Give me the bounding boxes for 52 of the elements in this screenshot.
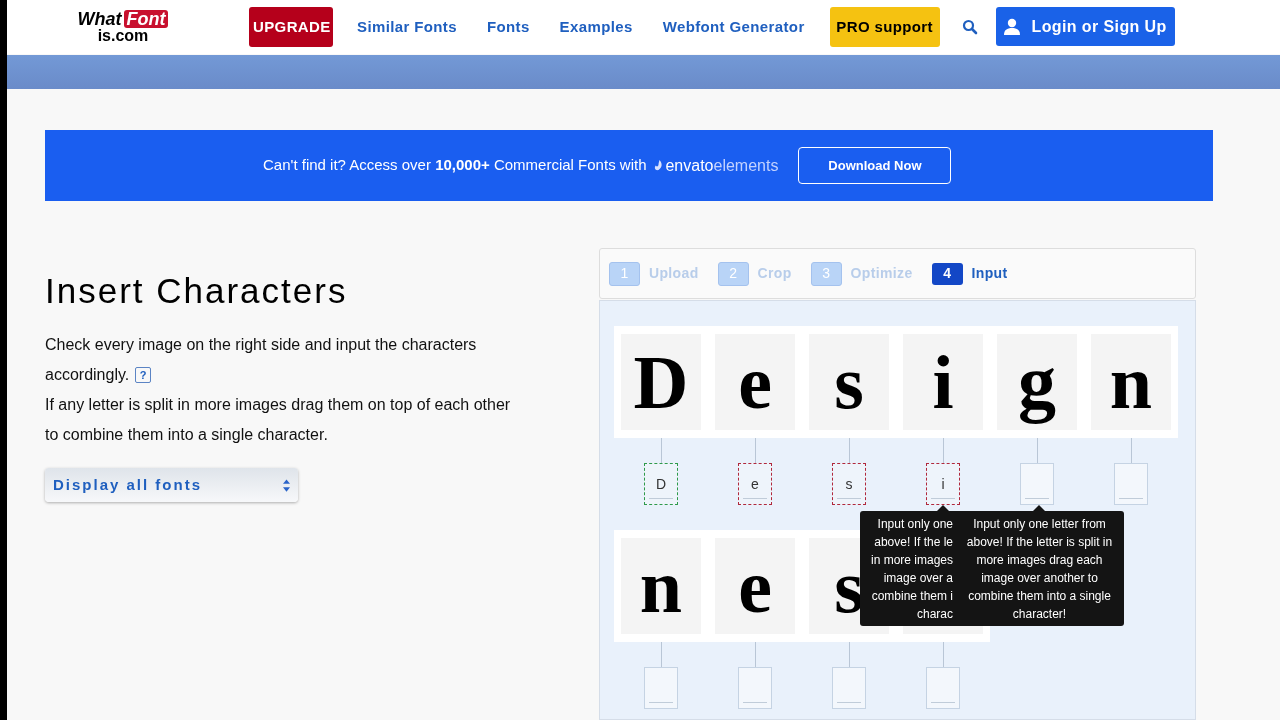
- letter-glyph: e: [738, 548, 772, 624]
- letter-glyph: i: [932, 344, 954, 420]
- character-input[interactable]: D: [644, 463, 678, 505]
- logo-text: Font: [123, 9, 169, 28]
- character-input[interactable]: [832, 667, 866, 709]
- logo-text: What: [77, 9, 122, 28]
- letter-glyph: s: [834, 548, 864, 624]
- tooltip-text: Input only one letter from above! If the letter is split in more images drag each image over another to combine them into a single character!: [965, 515, 1114, 623]
- instruction-text: If any letter is split in more images drag them on top of each other to combine them into a single character.: [45, 395, 512, 445]
- letter-glyph: n: [639, 548, 683, 624]
- instruction-text: accordingly.: [45, 365, 130, 385]
- user-icon: [1003, 17, 1022, 36]
- nav-link[interactable]: Webfont Generator: [662, 15, 805, 38]
- envato-logo: envatoelements: [654, 153, 779, 178]
- letter-glyph: n: [1109, 344, 1153, 420]
- logo[interactable]: What Font is.com: [73, 9, 173, 44]
- character-input[interactable]: e: [738, 463, 772, 505]
- nav-link[interactable]: Fonts: [486, 15, 530, 38]
- nav-link[interactable]: Examples: [559, 15, 633, 38]
- glyph-card[interactable]: e: [708, 326, 802, 438]
- glyph-card[interactable]: e: [708, 530, 802, 642]
- glyph-card[interactable]: s: [802, 326, 896, 438]
- font-filter-select[interactable]: Display all fonts: [45, 468, 298, 502]
- glyph-card[interactable]: n: [1084, 326, 1178, 438]
- character-input[interactable]: [644, 667, 678, 709]
- glyph-card[interactable]: n: [614, 530, 708, 642]
- glyph-card[interactable]: i: [896, 326, 990, 438]
- banner-text: Can't find it? Access over 10,000+ Commercial Fonts with: [263, 155, 647, 176]
- help-button[interactable]: ?: [135, 367, 152, 383]
- character-input[interactable]: [1020, 463, 1054, 505]
- login-button[interactable]: Login or Sign Up: [995, 7, 1175, 47]
- glyph-card[interactable]: D: [614, 326, 708, 438]
- glyph-card[interactable]: g: [990, 326, 1084, 438]
- letter-glyph: s: [834, 344, 864, 420]
- instruction-text: Check every image on the right side and input the characters: [45, 335, 478, 355]
- download-now-button[interactable]: Download Now: [798, 147, 952, 184]
- character-input[interactable]: [1114, 463, 1148, 505]
- step-tab[interactable]: 4 Input: [931, 262, 1008, 285]
- letter-glyph: D: [633, 344, 689, 420]
- upgrade-button[interactable]: UPGRADE: [249, 6, 333, 47]
- letter-glyph: e: [738, 344, 772, 420]
- character-input[interactable]: [738, 667, 772, 709]
- search-icon[interactable]: [961, 18, 978, 35]
- character-input[interactable]: [926, 667, 960, 709]
- pro-support-button[interactable]: PRO support: [829, 6, 940, 47]
- glyph-card[interactable]: [896, 626, 990, 642]
- character-input[interactable]: i: [926, 463, 960, 505]
- sort-arrows-icon: [283, 478, 290, 492]
- character-input[interactable]: s: [832, 463, 866, 505]
- nav-link[interactable]: Similar Fonts: [357, 15, 457, 38]
- logo-text: is.com: [97, 27, 149, 44]
- page-title: Insert Characters: [45, 273, 349, 308]
